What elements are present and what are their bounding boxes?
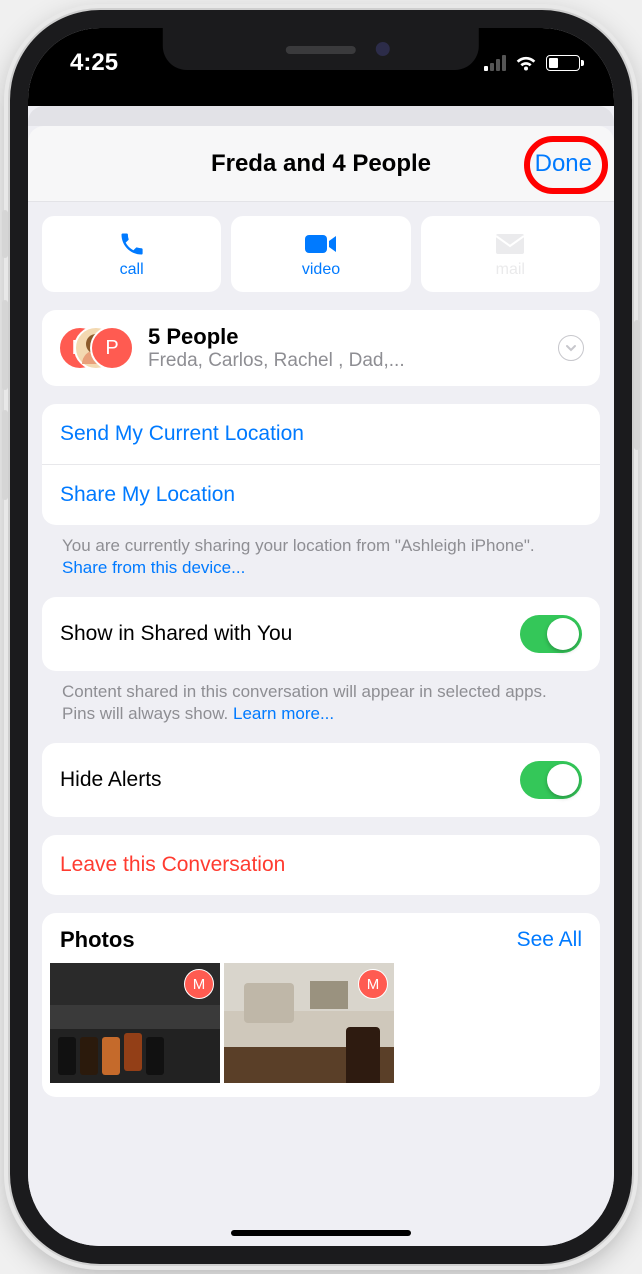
- envelope-icon: [495, 229, 525, 259]
- avatar-badge: M: [184, 969, 214, 999]
- sheet-header: Freda and 4 People Done: [28, 126, 614, 202]
- status-time: 4:25: [70, 49, 118, 77]
- sheet-backdrop: [28, 106, 614, 126]
- photo-thumbnail[interactable]: M: [50, 963, 220, 1083]
- avatar-badge: M: [358, 969, 388, 999]
- mail-button: mail: [421, 216, 600, 292]
- mail-label: mail: [496, 261, 525, 279]
- hide-alerts-toggle[interactable]: [520, 761, 582, 799]
- avatar-stack: M P: [58, 324, 134, 372]
- shared-with-you-note: Content shared in this conversation will…: [42, 671, 600, 725]
- location-note: You are currently sharing your location …: [42, 525, 600, 579]
- photos-title: Photos: [60, 927, 135, 953]
- video-button[interactable]: video: [231, 216, 410, 292]
- shared-with-you-label: Show in Shared with You: [60, 622, 292, 646]
- call-button[interactable]: call: [42, 216, 221, 292]
- hide-alerts-label: Hide Alerts: [60, 768, 162, 792]
- home-indicator[interactable]: [231, 1230, 411, 1236]
- share-location-button[interactable]: Share My Location: [42, 464, 600, 525]
- hide-alerts-row: Hide Alerts: [42, 743, 600, 817]
- people-row[interactable]: M P 5 People Freda, Carlos, Rachel , Dad…: [42, 310, 600, 386]
- shared-with-you-row: Show in Shared with You: [42, 597, 600, 671]
- photo-thumbnail[interactable]: M: [224, 963, 394, 1083]
- send-location-button[interactable]: Send My Current Location: [42, 404, 600, 464]
- page-title: Freda and 4 People: [211, 150, 431, 178]
- cellular-signal-icon: [484, 55, 506, 71]
- video-label: video: [302, 261, 340, 279]
- leave-conversation-button[interactable]: Leave this Conversation: [42, 835, 600, 895]
- learn-more-link[interactable]: Learn more...: [233, 704, 334, 723]
- done-button[interactable]: Done: [535, 150, 592, 178]
- video-icon: [304, 229, 338, 259]
- call-label: call: [120, 261, 144, 279]
- people-names: Freda, Carlos, Rachel , Dad,...: [148, 350, 544, 372]
- avatar: P: [90, 326, 134, 370]
- share-from-device-link[interactable]: Share from this device...: [62, 558, 245, 577]
- device-notch: [163, 28, 479, 70]
- shared-with-you-toggle[interactable]: [520, 615, 582, 653]
- chevron-down-icon[interactable]: [558, 335, 584, 361]
- scroll-content[interactable]: call video mail: [28, 202, 614, 1137]
- people-count: 5 People: [148, 324, 544, 350]
- see-all-button[interactable]: See All: [517, 928, 582, 952]
- phone-icon: [118, 229, 146, 259]
- battery-icon: [546, 55, 580, 71]
- wifi-icon: [514, 54, 538, 72]
